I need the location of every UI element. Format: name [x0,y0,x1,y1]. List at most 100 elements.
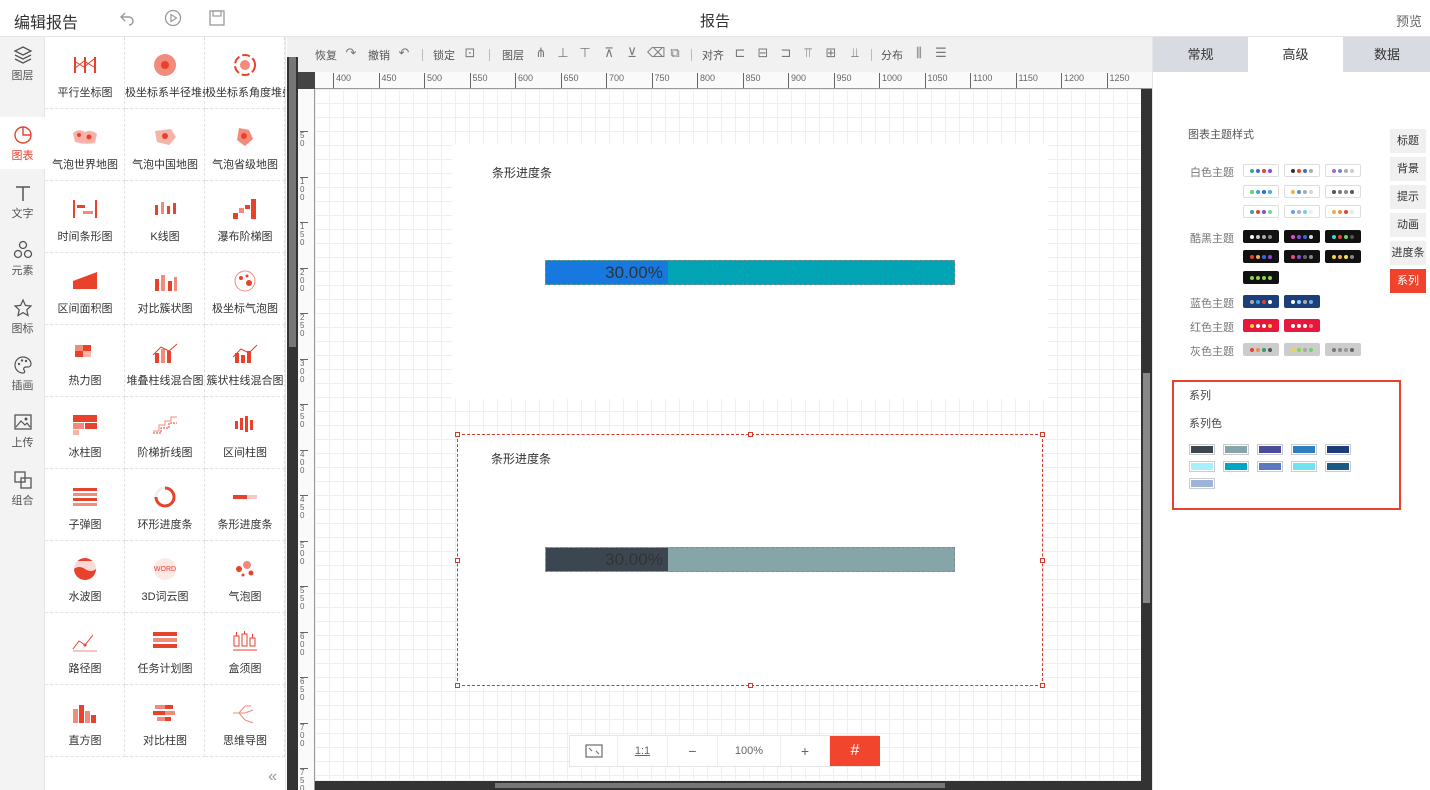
rail-item-icons[interactable]: 图标 [0,290,45,342]
component-item[interactable]: 气泡图 [205,541,285,613]
series-color-swatch[interactable] [1223,461,1249,472]
theme-swatch[interactable] [1243,164,1279,177]
theme-swatch[interactable] [1243,205,1279,218]
align-bottom-icon[interactable]: ⫫ [848,46,862,60]
resize-handle[interactable] [1040,432,1045,437]
resize-handle[interactable] [455,432,460,437]
tab-data[interactable]: 数据 [1343,37,1430,72]
rail-item-upload[interactable]: 上传 [0,404,45,456]
zoom-out-button[interactable]: − [668,736,718,766]
redo-button[interactable]: 恢复 [315,47,337,63]
theme-swatch[interactable] [1325,343,1361,356]
layer-button[interactable]: 图层 [502,47,524,63]
theme-swatch[interactable] [1243,343,1279,356]
theme-swatch[interactable] [1325,230,1361,243]
resize-handle[interactable] [455,683,460,688]
component-item[interactable]: 直方图 [45,685,125,757]
component-item[interactable]: 路径图 [45,613,125,685]
rail-item-elements[interactable]: 元素 [0,232,45,284]
series-color-swatch[interactable] [1189,478,1215,489]
side-tab-background[interactable]: 背景 [1390,157,1426,181]
horizontal-scrollbar[interactable] [315,781,1141,790]
series-color-swatch[interactable] [1189,461,1215,472]
align-top-icon[interactable]: ⫪ [801,46,815,60]
component-item[interactable]: 思维导图 [205,685,285,757]
component-item[interactable]: 簇状柱线混合图 [205,325,285,397]
lock-button[interactable]: 锁定 [433,47,455,63]
theme-swatch[interactable] [1325,205,1361,218]
resize-handle[interactable] [748,432,753,437]
series-color-swatch[interactable] [1325,444,1351,455]
theme-swatch[interactable] [1284,319,1320,332]
theme-swatch[interactable] [1325,185,1361,198]
bring-front-icon[interactable]: ⊤ [578,46,592,60]
vertical-scrollbar[interactable] [1141,89,1152,790]
component-item[interactable]: 极坐标气泡图 [205,253,285,325]
component-item[interactable]: 堆叠柱线混合图 [125,325,205,397]
align-button[interactable]: 对齐 [702,47,724,63]
theme-swatch[interactable] [1284,205,1320,218]
component-item[interactable]: 气泡中国地图 [125,109,205,181]
side-tab-series[interactable]: 系列 [1390,269,1426,293]
left-scroll-thumb[interactable] [289,57,296,347]
series-color-swatch[interactable] [1291,461,1317,472]
bring-up-icon[interactable]: ⊥ [556,46,570,60]
side-tab-progress[interactable]: 进度条 [1390,241,1426,265]
play-icon[interactable] [164,9,182,27]
component-item[interactable]: 极坐标系半径堆叠柱状图 [125,37,205,109]
undo-button[interactable]: 撤销 [368,47,390,63]
theme-swatch[interactable] [1325,164,1361,177]
component-item[interactable]: 气泡省级地图 [205,109,285,181]
theme-swatch[interactable] [1284,250,1320,263]
grid-toggle-button[interactable]: # [830,736,880,766]
component-item[interactable]: 冰柱图 [45,397,125,469]
component-item[interactable]: 水波图 [45,541,125,613]
align-right-icon[interactable]: ⊐ [779,46,793,60]
component-item[interactable]: 区间柱图 [205,397,285,469]
component-item[interactable]: 环形进度条 [125,469,205,541]
resize-handle[interactable] [748,683,753,688]
component-item[interactable]: 盒须图 [205,613,285,685]
send-back-icon[interactable]: ⊼ [602,46,616,60]
horizontal-scroll-thumb[interactable] [495,783,945,788]
rail-item-charts[interactable]: 图表 [0,117,45,169]
progress-widget-1[interactable]: 条形进度条 30.00% [452,144,1048,399]
rail-item-illustrations[interactable]: 插画 [0,347,45,399]
save-icon[interactable] [208,9,226,27]
theme-swatch[interactable] [1243,319,1279,332]
undo-icon[interactable]: ↶ [397,46,411,60]
series-color-swatch[interactable] [1189,444,1215,455]
theme-swatch[interactable] [1284,185,1320,198]
side-tab-tooltip[interactable]: 提示 [1390,185,1426,209]
component-item[interactable]: 任务计划图 [125,613,205,685]
theme-swatch[interactable] [1284,164,1320,177]
align-left-icon[interactable]: ⊏ [733,46,747,60]
rail-item-group[interactable]: 组合 [0,462,45,514]
series-color-swatch[interactable] [1223,444,1249,455]
component-item[interactable]: 对比簇状图 [125,253,205,325]
undo-icon[interactable] [118,9,136,27]
zoom-in-button[interactable]: + [780,736,830,766]
component-item[interactable]: 区间面积图 [45,253,125,325]
delete-icon[interactable]: ⌫ [647,46,665,60]
theme-swatch[interactable] [1243,250,1279,263]
tab-general[interactable]: 常规 [1153,37,1248,72]
component-item[interactable]: 阶梯折线图 [125,397,205,469]
preview-button[interactable]: 预览 [1396,11,1422,30]
component-item[interactable]: 条形进度条 [205,469,285,541]
component-item[interactable]: 瀑布阶梯图 [205,181,285,253]
rail-item-layers[interactable]: 图层 [0,37,45,89]
component-item[interactable]: 热力图 [45,325,125,397]
component-item[interactable]: 极坐标系角度堆叠柱状图 [205,37,285,109]
component-item[interactable]: 气泡世界地图 [45,109,125,181]
distribute-button[interactable]: 分布 [881,47,903,63]
tab-advanced[interactable]: 高级 [1248,37,1343,72]
distribute-v-icon[interactable]: ☰ [934,46,948,60]
theme-swatch[interactable] [1284,230,1320,243]
theme-swatch[interactable] [1284,295,1320,308]
distribute-h-icon[interactable]: ⫼ [912,46,926,60]
component-item[interactable]: 对比柱图 [125,685,205,757]
series-color-swatch[interactable] [1257,444,1283,455]
resize-handle[interactable] [1040,558,1045,563]
theme-swatch[interactable] [1243,230,1279,243]
